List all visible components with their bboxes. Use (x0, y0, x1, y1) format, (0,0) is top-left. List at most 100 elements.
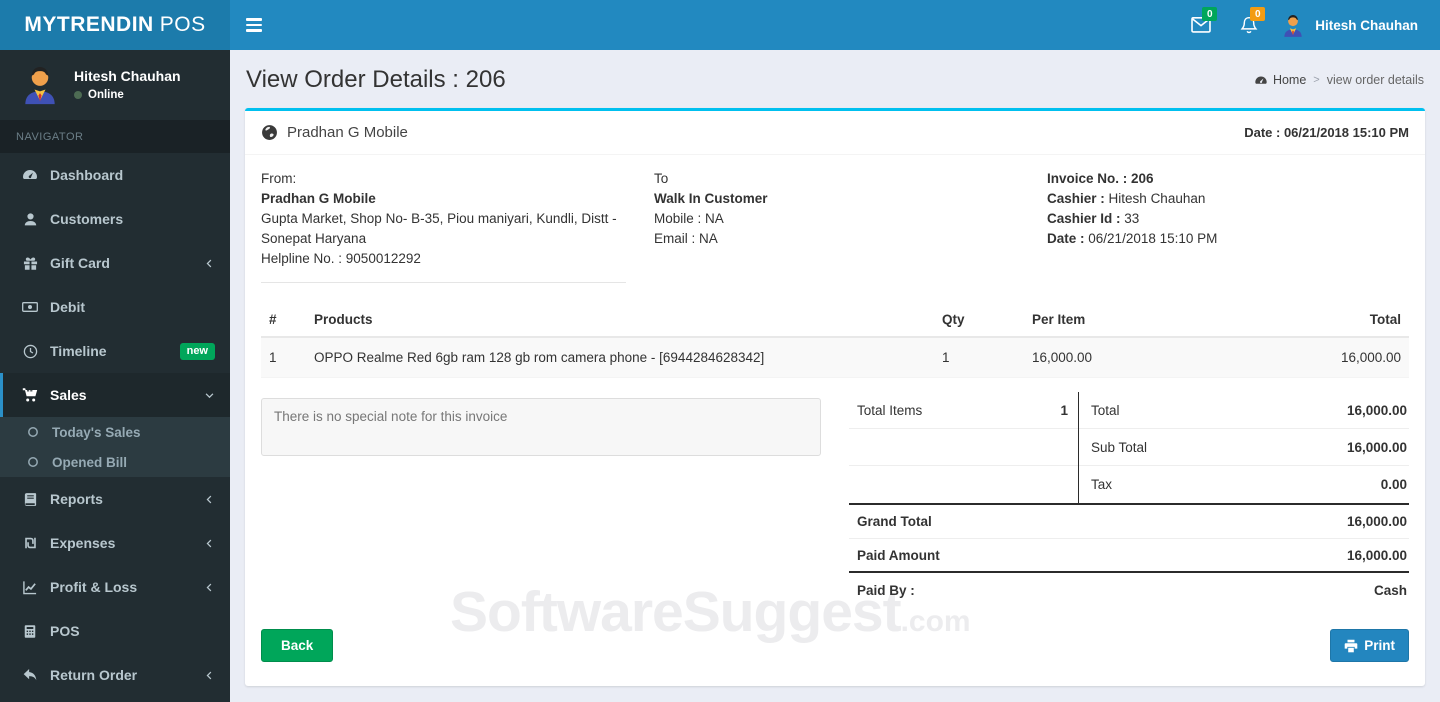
shekel-icon (18, 536, 42, 550)
from-label: From: (261, 171, 297, 186)
sidebar-item-reports[interactable]: Reports (0, 477, 230, 521)
sidebar-item-label: Dashboard (50, 167, 124, 183)
gift-icon (18, 256, 42, 271)
subtotals-column: Total 16,000.00 Sub Total 16,000.00 Tax … (1079, 392, 1409, 503)
to-mobile: Mobile : NA (654, 211, 724, 226)
col-header-qty: Qty (934, 303, 1024, 338)
main-content: View Order Details : 206 Home > view ord… (230, 50, 1440, 702)
line-chart-icon (18, 580, 42, 595)
page-title: View Order Details : 206 (246, 66, 506, 93)
clock-icon (18, 344, 42, 359)
from-divider (261, 282, 626, 283)
breadcrumb: Home > view order details (1254, 73, 1424, 87)
total-items-value: 1 (1060, 402, 1068, 418)
sidebar-item-timeline[interactable]: Timeline new (0, 329, 230, 373)
to-email: Email : NA (654, 231, 718, 246)
chevron-left-icon (204, 670, 215, 681)
notifications-button[interactable]: 0 (1232, 0, 1266, 50)
to-label: To (654, 171, 669, 186)
sidebar-item-sales[interactable]: Sales (0, 373, 230, 417)
total-items-label: Total Items (857, 402, 923, 418)
cashier-line: Cashier : Hitesh Chauhan (1047, 191, 1206, 206)
breadcrumb-separator: > (1313, 74, 1320, 86)
address-row: From: Pradhan G Mobile Gupta Market, Sho… (261, 169, 1409, 283)
sidebar-item-pos[interactable]: POS (0, 609, 230, 653)
sidebar-item-label: Opened Bill (52, 454, 128, 470)
breadcrumb-home[interactable]: Home (1254, 73, 1306, 87)
store-name-row: Pradhan G Mobile (261, 124, 408, 141)
cashier-id-line: Cashier Id : 33 (1047, 211, 1140, 226)
sidebar-item-label: Profit & Loss (50, 579, 138, 595)
chevron-left-icon (204, 538, 215, 549)
navbar: 0 0 Hitesh Chauhan (230, 0, 1440, 50)
paid-by-row: Paid By : Cash (857, 582, 1407, 598)
dashboard-icon (18, 167, 42, 183)
printer-icon (1344, 639, 1358, 653)
sidebar-item-label: Gift Card (50, 255, 110, 271)
from-address: Gupta Market, Shop No- B-35, Piou maniya… (261, 211, 617, 246)
chevron-down-icon (204, 390, 215, 401)
from-block: From: Pradhan G Mobile Gupta Market, Sho… (261, 169, 654, 283)
col-header-peritem: Per Item (1024, 303, 1184, 338)
avatar (18, 62, 62, 106)
sidebar-user-name: Hitesh Chauhan (74, 67, 181, 84)
book-icon (18, 492, 42, 507)
avatar (1280, 12, 1306, 38)
messages-count-badge: 0 (1202, 7, 1218, 21)
invoice-card-body: From: Pradhan G Mobile Gupta Market, Sho… (245, 155, 1425, 662)
total-items-column: Total Items 1 (849, 392, 1079, 503)
sidebar-item-customers[interactable]: Customers (0, 197, 230, 241)
messages-button[interactable]: 0 (1184, 0, 1218, 50)
sidebar-item-debit[interactable]: Debit (0, 285, 230, 329)
from-helpline: Helpline No. : 9050012292 (261, 251, 421, 266)
tax-row: Tax 0.00 (1091, 477, 1407, 492)
chevron-left-icon (204, 582, 215, 593)
sidebar-item-profit-loss[interactable]: Profit & Loss (0, 565, 230, 609)
to-name: Walk In Customer (654, 191, 768, 206)
logo-light-text: POS (159, 13, 206, 36)
sidebar-item-expenses[interactable]: Expenses (0, 521, 230, 565)
print-button[interactable]: Print (1330, 629, 1409, 662)
sidebar-item-return-order[interactable]: Return Order (0, 653, 230, 697)
sidebar-item-opened-bill[interactable]: Opened Bill (0, 447, 230, 477)
user-icon (18, 212, 42, 227)
back-button[interactable]: Back (261, 629, 334, 662)
paid-amount-row: Paid Amount 16,000.00 (849, 539, 1409, 573)
sidebar-item-dashboard[interactable]: Dashboard (0, 153, 230, 197)
invoice-number: Invoice No. : 206 (1047, 171, 1154, 186)
products-table: # Products Qty Per Item Total 1 OPPO Rea… (261, 303, 1409, 378)
sidebar-item-label: Customers (50, 211, 124, 227)
invoice-meta-block: Invoice No. : 206 Cashier : Hitesh Chauh… (1047, 169, 1409, 283)
col-header-total: Total (1184, 303, 1409, 338)
row-product: OPPO Realme Red 6gb ram 128 gb rom camer… (306, 337, 934, 378)
user-menu[interactable]: Hitesh Chauhan (1280, 12, 1418, 38)
invoice-header-date: Date : 06/21/2018 15:10 PM (1244, 125, 1409, 140)
sidebar-item-gift-card[interactable]: Gift Card (0, 241, 230, 285)
subtotal-row: Sub Total 16,000.00 (1079, 429, 1409, 466)
app-logo[interactable]: MYTRENDIN POS (0, 0, 230, 50)
row-sno: 1 (261, 337, 306, 378)
to-block: To Walk In Customer Mobile : NA Email : … (654, 169, 1047, 283)
products-table-header: # Products Qty Per Item Total (261, 303, 1409, 338)
sidebar-toggle-icon[interactable] (246, 0, 286, 50)
note-and-totals: There is no special note for this invoic… (261, 392, 1409, 607)
grand-total-row: Grand Total 16,000.00 (849, 505, 1409, 539)
sidebar: Hitesh Chauhan Online NAVIGATOR Dashboar… (0, 50, 230, 702)
page-header: View Order Details : 206 Home > view ord… (230, 50, 1440, 108)
return-arrow-icon (18, 668, 42, 682)
sidebar-item-todays-sales[interactable]: Today's Sales (0, 417, 230, 447)
sidebar-item-label: Timeline (50, 343, 107, 359)
total-items-row: Total Items 1 (849, 392, 1078, 429)
col-header-products: Products (306, 303, 934, 338)
action-buttons: Back Print (261, 629, 1409, 662)
sidebar-item-label: Today's Sales (52, 424, 141, 440)
row-total: 16,000.00 (1184, 337, 1409, 378)
invoice-date-line: Date : 06/21/2018 15:10 PM (1047, 231, 1218, 246)
col-header-sno: # (261, 303, 306, 338)
invoice-card-header: Pradhan G Mobile Date : 06/21/2018 15:10… (245, 111, 1425, 155)
chevron-left-icon (204, 258, 215, 269)
cart-icon (18, 387, 42, 403)
sidebar-item-label: Reports (50, 491, 103, 507)
sidebar-section-label: NAVIGATOR (0, 120, 230, 153)
row-peritem: 16,000.00 (1024, 337, 1184, 378)
